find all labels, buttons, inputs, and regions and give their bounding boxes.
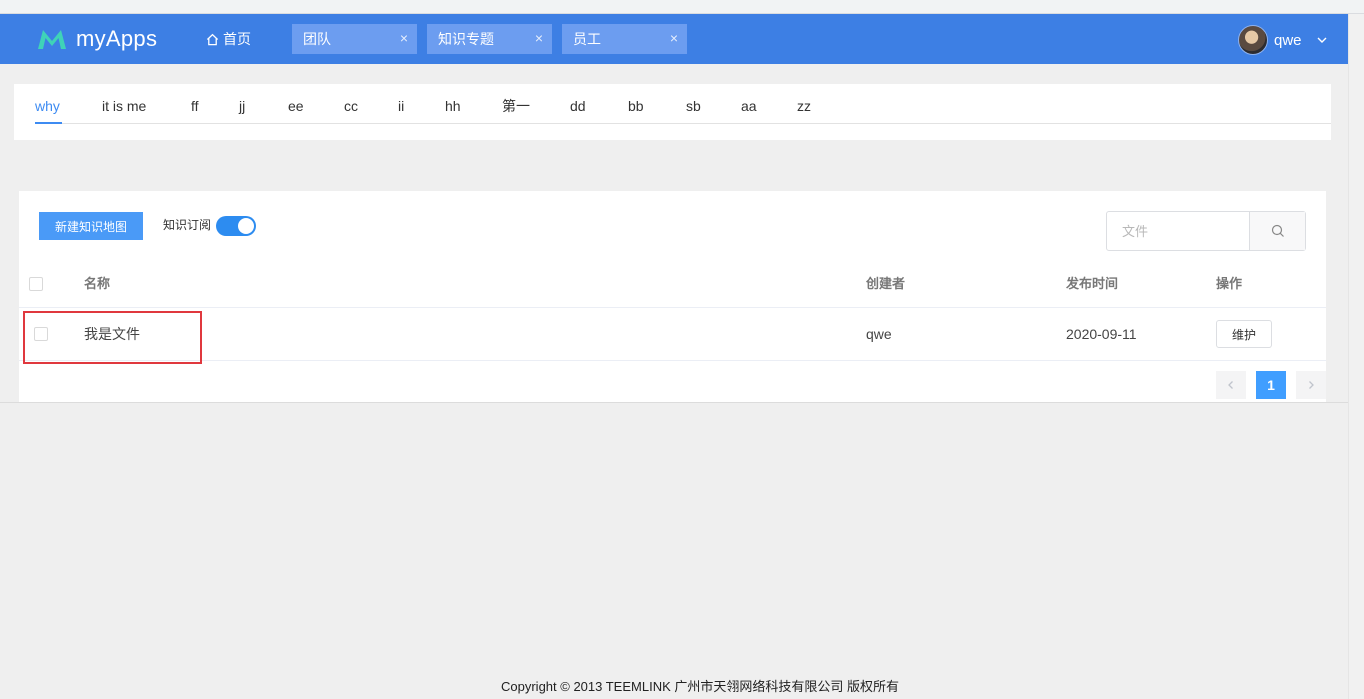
tab-staff[interactable]: 员工 × xyxy=(562,24,687,54)
browser-chrome-strip xyxy=(0,0,1364,14)
category-tab[interactable]: sb xyxy=(686,96,701,116)
row-creator: qwe xyxy=(866,326,892,342)
category-tab[interactable]: ii xyxy=(398,96,404,116)
user-menu[interactable]: qwe xyxy=(1238,25,1328,55)
pagination-prev-button[interactable] xyxy=(1216,371,1246,399)
toggle-knob xyxy=(238,218,254,234)
tab-label: 团队 xyxy=(303,31,331,47)
avatar xyxy=(1238,25,1268,55)
maintain-button[interactable]: 维护 xyxy=(1216,320,1272,348)
category-tab[interactable]: cc xyxy=(344,96,358,116)
category-tab[interactable]: ee xyxy=(288,96,304,116)
app-logo[interactable]: myApps xyxy=(36,24,157,54)
chevron-left-icon xyxy=(1228,381,1233,389)
close-icon[interactable]: × xyxy=(667,31,681,45)
logo-text: myApps xyxy=(76,26,158,51)
category-tab[interactable]: ff xyxy=(191,96,199,116)
close-icon[interactable]: × xyxy=(397,31,411,45)
category-tabs-panel: why it is me ff jj ee cc ii hh 第一 dd bb … xyxy=(14,84,1331,140)
pagination-current-page[interactable]: 1 xyxy=(1256,371,1286,399)
subscribe-toggle[interactable] xyxy=(216,216,256,236)
logo-m-icon xyxy=(38,30,66,49)
pagination-next-button[interactable] xyxy=(1296,371,1326,399)
category-tab[interactable]: aa xyxy=(741,96,757,116)
active-tab-indicator xyxy=(35,122,62,124)
column-header-name: 名称 xyxy=(84,276,111,291)
select-all-checkbox[interactable] xyxy=(29,277,43,291)
search-input[interactable] xyxy=(1107,212,1249,250)
chevron-right-icon xyxy=(1309,381,1314,389)
search-icon xyxy=(1271,224,1284,237)
copyright-footer: Copyright © 2013 TEEMLINK 广州市天翎网络科技有限公司 … xyxy=(501,679,899,694)
column-header-published: 发布时间 xyxy=(1066,276,1119,291)
highlight-annotation-box xyxy=(23,311,202,364)
tab-knowledge-topic[interactable]: 知识专题 × xyxy=(427,24,552,54)
search-button[interactable] xyxy=(1249,212,1305,250)
category-tab[interactable]: dd xyxy=(570,96,586,116)
row-published: 2020-09-11 xyxy=(1066,326,1137,342)
column-header-action: 操作 xyxy=(1216,276,1243,291)
category-divider xyxy=(35,123,1331,124)
search-box xyxy=(1106,211,1306,251)
page-scrollbar[interactable] xyxy=(1348,14,1364,699)
column-header-creator: 创建者 xyxy=(866,276,906,291)
tab-team[interactable]: 团队 × xyxy=(292,24,417,54)
category-tab[interactable]: 第一 xyxy=(502,96,530,116)
category-tab[interactable]: bb xyxy=(628,96,644,116)
content-bottom-divider xyxy=(0,402,1348,403)
header-divider xyxy=(19,307,1326,308)
category-tab[interactable]: why xyxy=(35,96,60,116)
top-navigation-bar: myApps 首页 团队 × 知识专题 × 员工 × qwe xyxy=(0,14,1348,64)
category-tab[interactable]: it is me xyxy=(102,96,146,116)
home-link[interactable]: 首页 xyxy=(206,28,251,50)
knowledge-map-panel: 新建知识地图 知识订阅 名称 创建者 发布时间 操作 我是文件 qwe 2020… xyxy=(19,191,1326,402)
tab-label: 员工 xyxy=(573,31,601,47)
home-label: 首页 xyxy=(223,31,251,47)
category-tab[interactable]: jj xyxy=(239,96,245,116)
chevron-down-icon xyxy=(1317,37,1327,43)
subscribe-label: 知识订阅 xyxy=(163,218,212,232)
category-tab[interactable]: hh xyxy=(445,96,461,116)
user-name: qwe xyxy=(1274,31,1302,49)
home-icon xyxy=(206,33,219,45)
tab-label: 知识专题 xyxy=(438,31,494,47)
close-icon[interactable]: × xyxy=(532,31,546,45)
row-divider xyxy=(19,360,1326,361)
new-knowledge-map-button[interactable]: 新建知识地图 xyxy=(39,212,143,240)
category-tab[interactable]: zz xyxy=(797,96,811,116)
